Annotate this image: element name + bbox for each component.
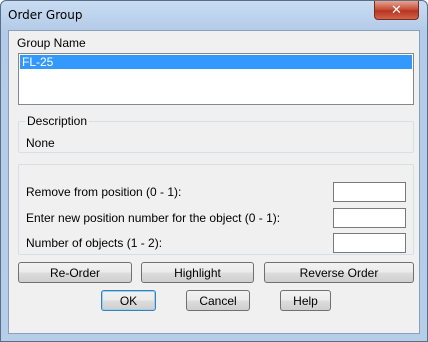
remove-position-label: Remove from position (0 - 1): (26, 185, 182, 199)
number-of-objects-label: Number of objects (1 - 2): (26, 236, 163, 250)
close-icon: ✕ (391, 2, 402, 17)
order-group-dialog: Order Group ✕ Group Name FL-25 Descripti… (0, 0, 428, 342)
reorder-button[interactable]: Re-Order (18, 262, 132, 283)
highlight-button[interactable]: Highlight (141, 262, 254, 283)
new-position-input[interactable] (333, 208, 406, 228)
new-position-label: Enter new position number for the object… (26, 211, 281, 225)
cancel-button[interactable]: Cancel (186, 290, 250, 311)
window-title: Order Group (8, 8, 83, 22)
group-name-list[interactable]: FL-25 (18, 53, 414, 105)
description-value: None (26, 136, 55, 150)
help-button[interactable]: Help (280, 290, 331, 311)
group-name-label: Group Name (17, 36, 86, 50)
list-item-selected[interactable]: FL-25 (20, 55, 412, 69)
description-group: Description None (18, 114, 414, 153)
close-button[interactable]: ✕ (374, 1, 419, 20)
ok-button[interactable]: OK (101, 290, 156, 311)
dialog-client-area: Group Name FL-25 Description None Remove… (8, 30, 420, 334)
description-label: Description (25, 114, 90, 128)
number-of-objects-input[interactable] (333, 233, 406, 253)
remove-position-input[interactable] (333, 182, 406, 202)
reverse-order-button[interactable]: Reverse Order (264, 262, 414, 283)
